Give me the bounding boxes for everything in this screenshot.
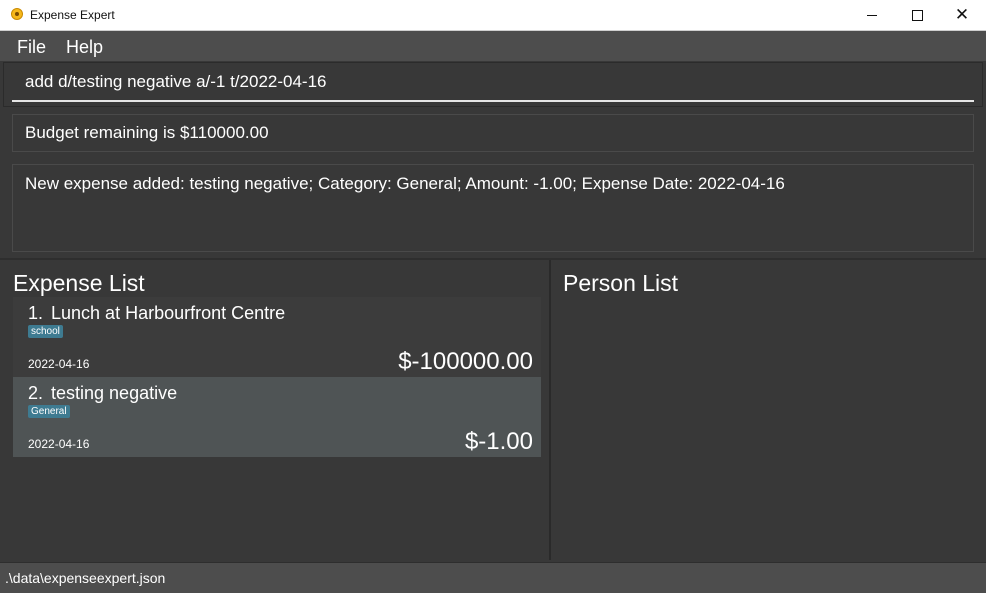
close-button[interactable]: ✕ [939,0,985,30]
title-bar: Expense Expert ✕ [0,0,986,31]
expense-heading: 2. testing negative [28,383,177,404]
person-list-panel: Person List [553,260,983,560]
menu-bar: File Help [0,31,986,61]
person-list-title: Person List [563,270,679,296]
category-tag: General [28,405,70,418]
app-logo-icon [11,8,23,20]
data-file-path: .\data\expenseexpert.json [5,570,166,586]
expense-amount: $-1.00 [464,428,533,455]
close-icon: ✕ [954,4,970,25]
window-title: Expense Expert [30,8,115,22]
expense-amount: $-100000.00 [398,348,533,375]
budget-display: Budget remaining is $110000.00 [12,114,974,152]
expense-list-title: Expense List [13,270,145,296]
maximize-icon [911,9,923,21]
expense-index: 1. [28,303,44,323]
expense-card-selected[interactable]: 2. testing negative General 2022-04-16 $-… [13,377,541,457]
category-tag: school [28,325,63,338]
expense-index: 2. [28,383,44,403]
expense-description: testing negative [51,383,178,403]
expense-heading: 1. Lunch at Harbourfront Centre [28,303,285,324]
menu-file[interactable]: File [17,37,46,58]
expense-list-panel: Expense List 1. Lunch at Harbourfront Cen… [3,260,551,560]
expense-description: Lunch at Harbourfront Centre [51,303,286,323]
result-display: New expense added: testing negative; Cat… [12,164,974,252]
status-bar: .\data\expenseexpert.json [0,562,986,593]
menu-help[interactable]: Help [66,37,103,58]
expense-date: 2022-04-16 [28,437,90,451]
command-input[interactable] [12,63,974,102]
expense-date: 2022-04-16 [28,357,90,371]
minimize-button[interactable] [849,0,895,30]
minimize-icon [867,14,877,16]
maximize-button[interactable] [894,0,940,30]
expense-card[interactable]: 1. Lunch at Harbourfront Centre school 20… [13,297,541,377]
